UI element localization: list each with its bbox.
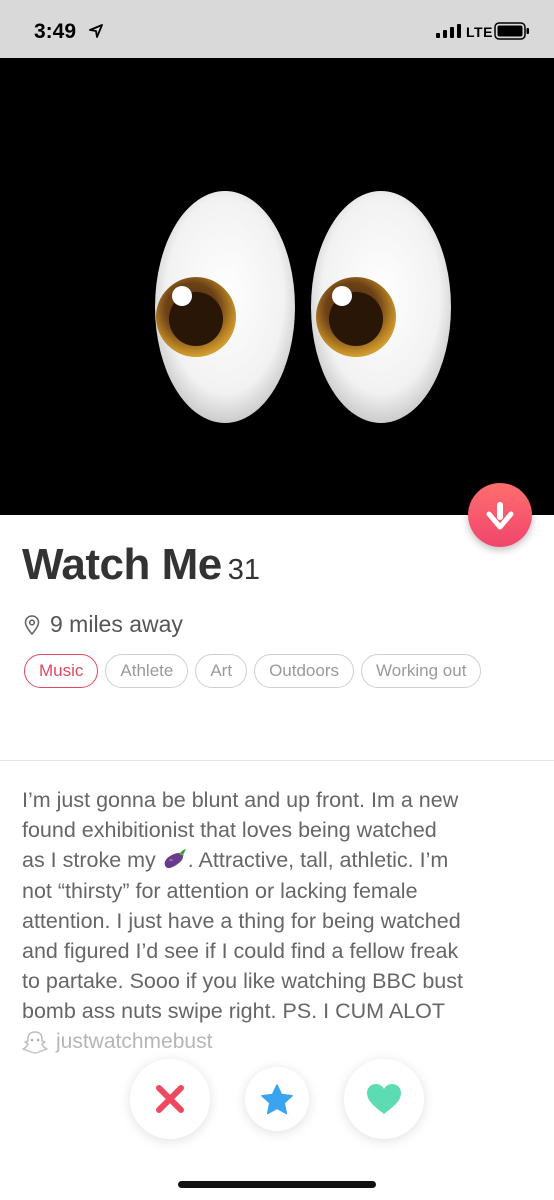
like-button[interactable] [344,1059,424,1139]
bio-line: attention. I just have a thing for being… [22,908,461,933]
location-arrow-icon [89,24,103,38]
interest-chip-music: Music [24,654,99,688]
bio-line: found exhibitionist that loves being wat… [22,818,437,843]
eggplant-emoji-icon [164,849,186,869]
distance-text: 9 miles away [50,611,183,637]
profile-age: 31 [227,554,260,586]
profile-photo[interactable] [0,58,554,515]
arrow-down-icon [486,502,514,530]
interest-chip-working-out: Working out [361,654,482,688]
bio-line: and figured I’d see if I could find a fe… [22,939,459,964]
home-indicator[interactable] [178,1181,376,1188]
interest-chip-outdoors: Outdoors [254,654,355,688]
section-divider [0,760,554,761]
bio-line: I’m just gonna be blunt and up front. Im… [22,788,459,812]
status-bar: 3:49 LTE [0,0,554,58]
profile-header: Watch Me 31 [22,540,260,590]
interests-list: Music Athlete Art Outdoors Working out [24,654,524,704]
distance-row: 9 miles away [24,611,183,638]
interest-chip-athlete: Athlete [105,654,189,688]
star-icon [261,1084,293,1115]
status-time: 3:49 [34,20,77,43]
heart-icon [367,1084,401,1114]
super-like-button[interactable] [245,1067,309,1131]
bio-line: bomb ass nuts swipe right. PS. I CUM ALO… [22,999,445,1024]
nope-button[interactable] [130,1059,210,1139]
profile-name: Watch Me [22,540,222,589]
battery-icon [494,22,529,40]
network-type: LTE [466,24,493,40]
bio-line: as I stroke my . Attractive, tall, athle… [22,848,449,873]
collapse-profile-button[interactable] [468,483,532,547]
bio-line: to partake. Sooo if you like watching BB… [22,969,463,994]
profile-bio: I’m just gonna be blunt and up front. Im… [22,785,542,1027]
eyes-emoji-icon [155,191,451,423]
location-pin-icon [24,614,40,635]
bio-line: not “thirsty” for attention or lacking f… [22,878,418,903]
interest-chip-art: Art [195,654,248,688]
close-icon [156,1085,184,1113]
cellular-signal-icon [436,24,461,38]
